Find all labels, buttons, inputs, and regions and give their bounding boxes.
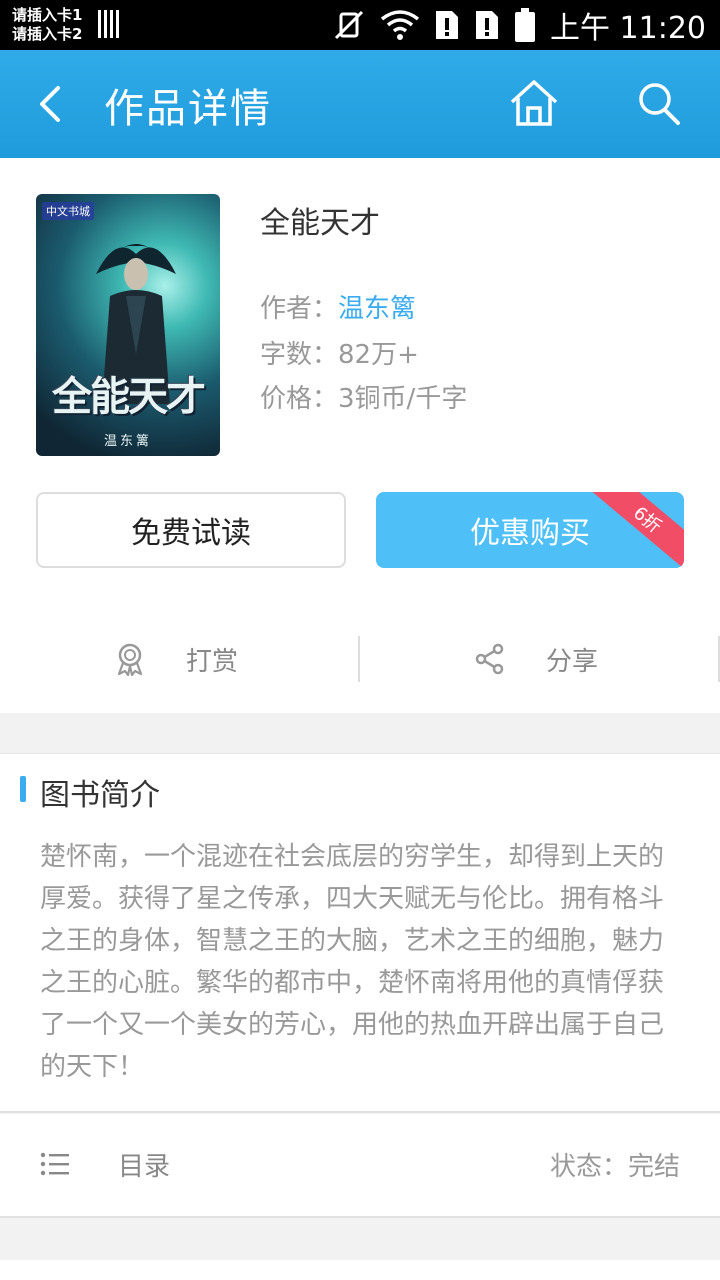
price-value: 3铜币/千字 [338,384,468,414]
buy-button-label: 优惠购买 [470,516,590,551]
reward-button[interactable]: 打赏 [114,636,238,682]
price-label: 价格： [260,384,339,414]
app-header: 作品详情 [0,50,720,158]
author-link[interactable]: 温东篱 [338,294,416,324]
page-title: 作品详情 [104,86,272,132]
action-bar: 打赏 分享 [0,636,720,682]
share-label: 分享 [546,646,599,677]
share-icon [475,643,504,675]
clock: 上午 11:20 [550,11,706,46]
action-divider [358,636,360,682]
catalog-row[interactable]: 目录 状态：完结 [0,1114,720,1218]
book-intro-section: 图书简介 楚怀南，一个混迹在社会底层的穷学生，却得到上天的厚爱。获得了星之传承，… [0,753,720,1113]
status-bar: 请插入卡1 请插入卡2 上午 11:20 [0,0,720,50]
sim-status: 请插入卡1 请插入卡2 [12,6,82,44]
book-title: 全能天才 [260,206,380,241]
book-cover[interactable]: 中文书城 全能天才 温东篱 [36,194,220,456]
cover-publisher-tag: 中文书城 [42,202,94,220]
intro-text: 楚怀南，一个混迹在社会底层的穷学生，却得到上天的厚爱。获得了星之传承，四大天赋无… [40,842,665,1082]
author-label: 作者： [260,294,339,324]
home-icon[interactable] [508,78,560,128]
price-row: 价格：3铜币/千字 [260,378,467,415]
completion-status: 状态：完结 [549,1152,680,1182]
next-section-edge [0,1260,720,1280]
word-count-row: 字数：82万+ [260,334,419,371]
word-count-label: 字数： [260,340,339,370]
sim-error-icon-2 [476,11,498,39]
word-count-value: 82万+ [338,340,419,370]
cover-author: 温东篱 [103,434,152,449]
book-detail-card: 中文书城 全能天才 温东篱 全能天才 作者：温东篱 字数：82万+ 价格：3铜币… [0,158,720,713]
sim2-label: 请插入卡2 [12,25,83,43]
cover-title: 全能天才 [52,373,206,420]
signal-bars-icon [98,10,119,38]
author-row: 作者：温东篱 [260,288,416,325]
list-icon [40,1152,69,1176]
vibrate-off-icon [334,10,364,40]
battery-icon [515,8,535,42]
free-read-button[interactable]: 免费试读 [36,492,346,568]
sim-error-icon [436,11,458,39]
wifi-icon [380,10,420,40]
sim1-label: 请插入卡1 [12,6,83,24]
section-title: 图书简介 [40,778,160,813]
share-button[interactable]: 分享 [474,636,598,682]
reward-label: 打赏 [186,646,239,677]
award-icon [117,643,143,676]
back-arrow-icon[interactable] [30,80,74,128]
discount-ribbon: 6折 [584,492,684,568]
search-icon[interactable] [636,80,682,128]
buy-button[interactable]: 优惠购买 6折 [376,492,684,568]
section-accent-bar [20,776,26,802]
catalog-label[interactable]: 目录 [118,1146,170,1183]
